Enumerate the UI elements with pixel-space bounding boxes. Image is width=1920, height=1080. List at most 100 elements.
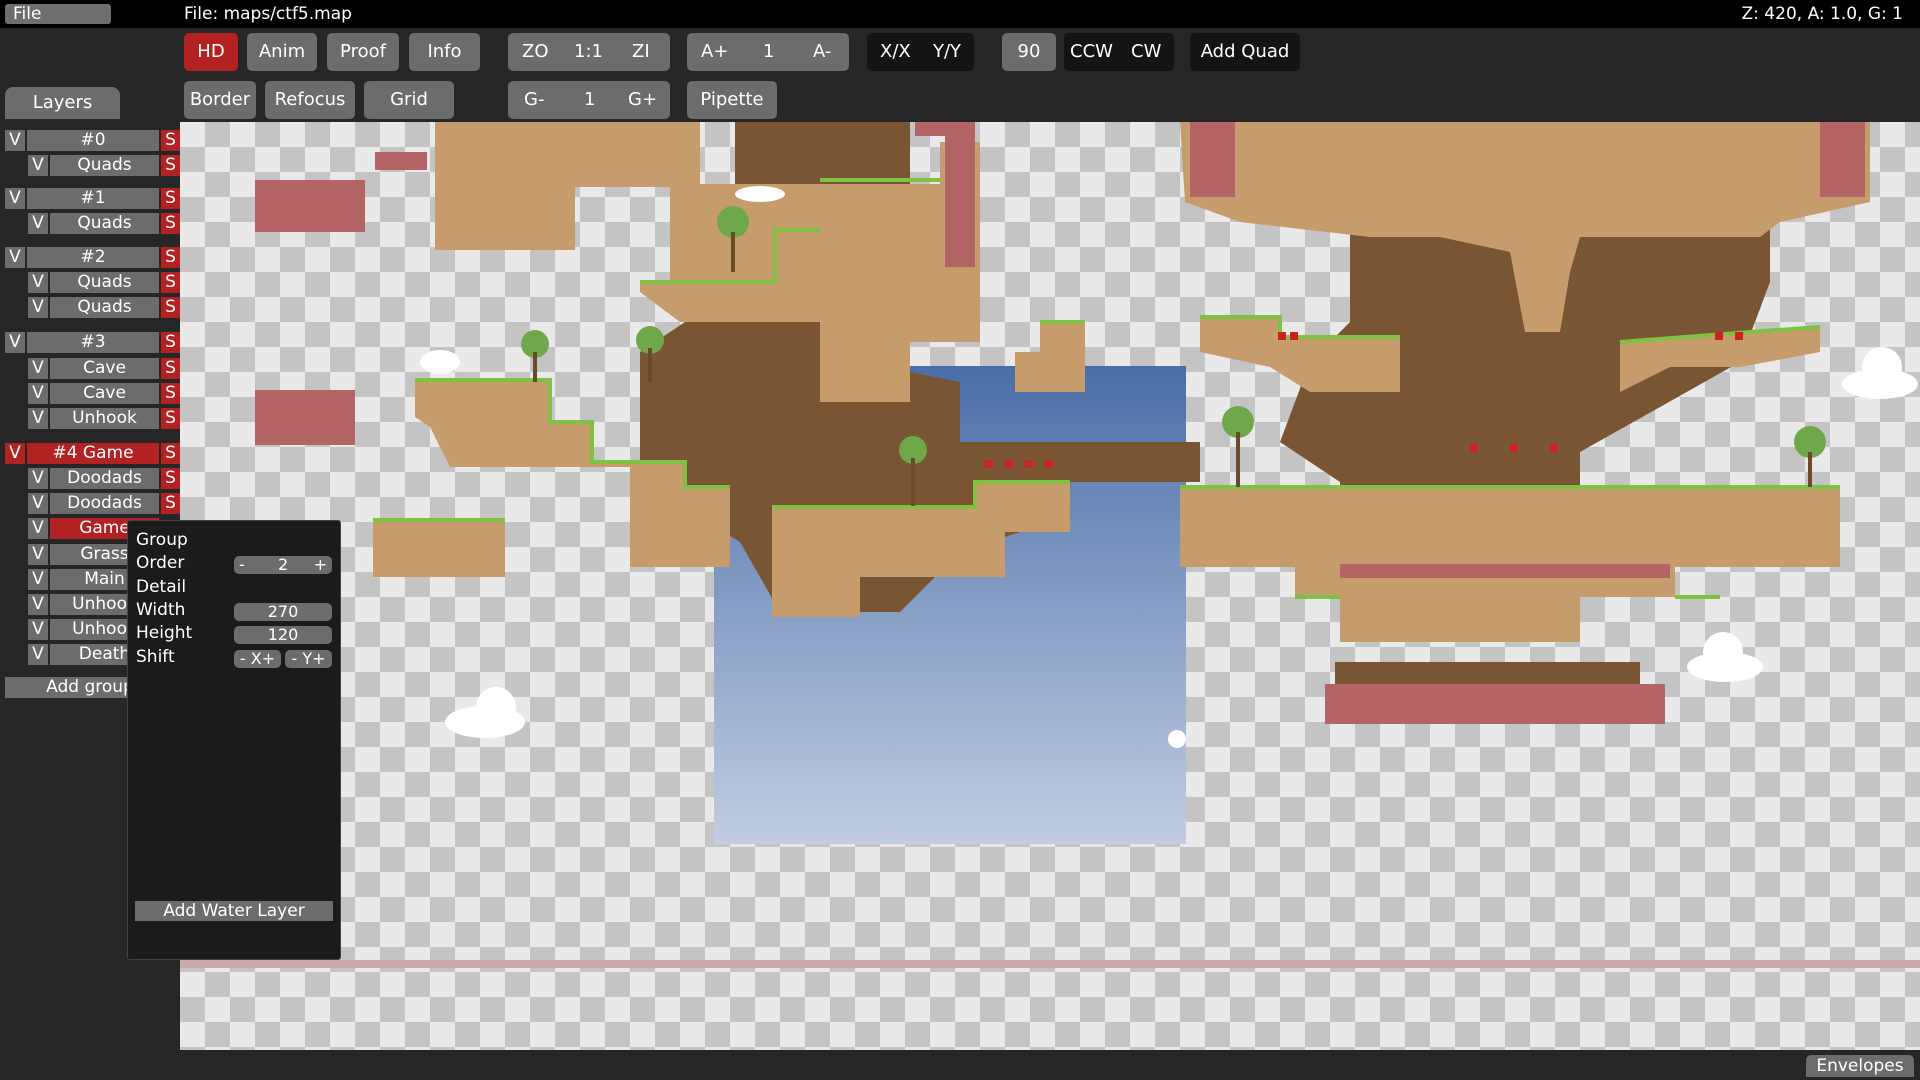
layer-visibility-toggle[interactable]: V (28, 619, 48, 640)
proof-button[interactable]: Proof (327, 33, 399, 71)
border-button[interactable]: Border (184, 81, 256, 119)
layer-solo-toggle[interactable]: S (161, 213, 180, 234)
file-path: File: maps/ctf5.map (184, 4, 352, 24)
flip-x-button[interactable]: X/X (880, 33, 911, 71)
rotate-ccw-button[interactable]: CCW (1070, 33, 1113, 71)
anim-slower-button[interactable]: A- (813, 33, 831, 71)
layer-visibility-toggle[interactable]: V (28, 358, 48, 379)
layer-visibility-toggle[interactable]: V (28, 408, 48, 429)
layer-name[interactable]: Cave (50, 383, 159, 404)
layer-solo-toggle[interactable]: S (161, 383, 180, 404)
rotate-cw-button[interactable]: CW (1131, 33, 1161, 71)
layer-row: V Quads S (5, 213, 180, 234)
layer-visibility-toggle[interactable]: V (28, 272, 48, 293)
top-bar: File File: maps/ctf5.map Z: 420, A: 1.0,… (0, 0, 1920, 28)
map-render (180, 122, 1920, 968)
group-name[interactable]: #2 (27, 247, 159, 268)
map-canvas[interactable] (180, 122, 1920, 1050)
grid-plus-button[interactable]: G+ (628, 81, 657, 119)
layer-name[interactable]: Unhook (50, 408, 159, 429)
order-minus-button[interactable]: - (239, 556, 245, 574)
group-name[interactable]: #0 (27, 130, 159, 151)
order-plus-button[interactable]: + (314, 556, 327, 574)
envelopes-tab[interactable]: Envelopes (1806, 1055, 1914, 1077)
layers-tab[interactable]: Layers (5, 87, 120, 119)
detail-label: Detail (136, 577, 187, 597)
group-solo-toggle[interactable]: S (161, 188, 180, 209)
group-solo-toggle[interactable]: S (161, 332, 180, 353)
order-stepper[interactable]: - 2 + (234, 556, 332, 574)
layer-solo-toggle[interactable]: S (161, 297, 180, 318)
group-visibility-toggle[interactable]: V (5, 443, 25, 464)
anim-button[interactable]: Anim (247, 33, 317, 71)
layer-name[interactable]: Doodads (50, 493, 159, 514)
layer-solo-toggle[interactable]: S (161, 408, 180, 429)
layer-row: V Quads S (5, 297, 180, 318)
layer-visibility-toggle[interactable]: V (28, 518, 48, 539)
flip-y-button[interactable]: Y/Y (933, 33, 961, 71)
group-solo-toggle[interactable]: S (161, 443, 180, 464)
layer-solo-toggle[interactable]: S (161, 358, 180, 379)
grid-button[interactable]: Grid (364, 81, 454, 119)
width-field[interactable]: 270 (234, 603, 332, 621)
group-visibility-toggle[interactable]: V (5, 130, 25, 151)
layer-visibility-toggle[interactable]: V (28, 544, 48, 565)
group-row-3: V #3 S (5, 332, 180, 353)
zoom-group: ZO 1:1 ZI (508, 33, 670, 71)
anim-faster-button[interactable]: A+ (701, 33, 728, 71)
add-water-layer-button[interactable]: Add Water Layer (135, 901, 333, 921)
layer-visibility-toggle[interactable]: V (28, 468, 48, 489)
layer-visibility-toggle[interactable]: V (28, 644, 48, 665)
pipette-button[interactable]: Pipette (687, 81, 777, 119)
group-visibility-toggle[interactable]: V (5, 247, 25, 268)
group-visibility-toggle[interactable]: V (5, 188, 25, 209)
layer-visibility-toggle[interactable]: V (28, 297, 48, 318)
width-label: Width (136, 600, 186, 620)
grid-minus-button[interactable]: G- (524, 81, 544, 119)
layer-visibility-toggle[interactable]: V (28, 155, 48, 176)
layer-name[interactable]: Quads (50, 155, 159, 176)
layer-name[interactable]: Cave (50, 358, 159, 379)
refocus-button[interactable]: Refocus (265, 81, 355, 119)
group-solo-toggle[interactable]: S (161, 247, 180, 268)
order-label: Order (136, 553, 185, 573)
layer-solo-toggle[interactable]: S (161, 493, 180, 514)
popup-title: Group (136, 530, 188, 550)
group-row-4: V #4 Game S (5, 443, 180, 464)
anim-speed-value: 1 (763, 41, 775, 62)
hd-button[interactable]: HD (184, 33, 238, 71)
group-solo-toggle[interactable]: S (161, 130, 180, 151)
shift-y-button[interactable]: - Y+ (285, 650, 332, 668)
layer-solo-toggle[interactable]: S (161, 155, 180, 176)
group-settings-popup: Group Order - 2 + Detail Width 270 Heigh… (127, 520, 341, 960)
layer-name[interactable]: Quads (50, 213, 159, 234)
group-name[interactable]: #1 (27, 188, 159, 209)
group-visibility-toggle[interactable]: V (5, 332, 25, 353)
layer-row: V Unhook S (5, 408, 180, 429)
group-name[interactable]: #4 Game (27, 443, 159, 464)
layer-solo-toggle[interactable]: S (161, 468, 180, 489)
group-row-0: V #0 S (5, 130, 180, 151)
zoom-reset-button[interactable]: 1:1 (574, 33, 603, 71)
layer-name[interactable]: Quads (50, 297, 159, 318)
layer-row: V Doodads S (5, 493, 180, 514)
layer-visibility-toggle[interactable]: V (28, 594, 48, 615)
add-quad-button[interactable]: Add Quad (1190, 33, 1300, 71)
shift-x-button[interactable]: - X+ (234, 650, 281, 668)
layer-row: V Quads S (5, 155, 180, 176)
rotate-angle-field[interactable]: 90 (1002, 33, 1056, 71)
zoom-in-button[interactable]: ZI (632, 33, 650, 71)
layer-name[interactable]: Doodads (50, 468, 159, 489)
zoom-out-button[interactable]: ZO (522, 33, 549, 71)
layer-row: V Cave S (5, 358, 180, 379)
layer-visibility-toggle[interactable]: V (28, 213, 48, 234)
layer-name[interactable]: Quads (50, 272, 159, 293)
layer-solo-toggle[interactable]: S (161, 272, 180, 293)
layer-visibility-toggle[interactable]: V (28, 569, 48, 590)
height-field[interactable]: 120 (234, 626, 332, 644)
group-name[interactable]: #3 (27, 332, 159, 353)
file-menu[interactable]: File (5, 4, 111, 24)
info-button[interactable]: Info (409, 33, 480, 71)
layer-visibility-toggle[interactable]: V (28, 383, 48, 404)
layer-visibility-toggle[interactable]: V (28, 493, 48, 514)
